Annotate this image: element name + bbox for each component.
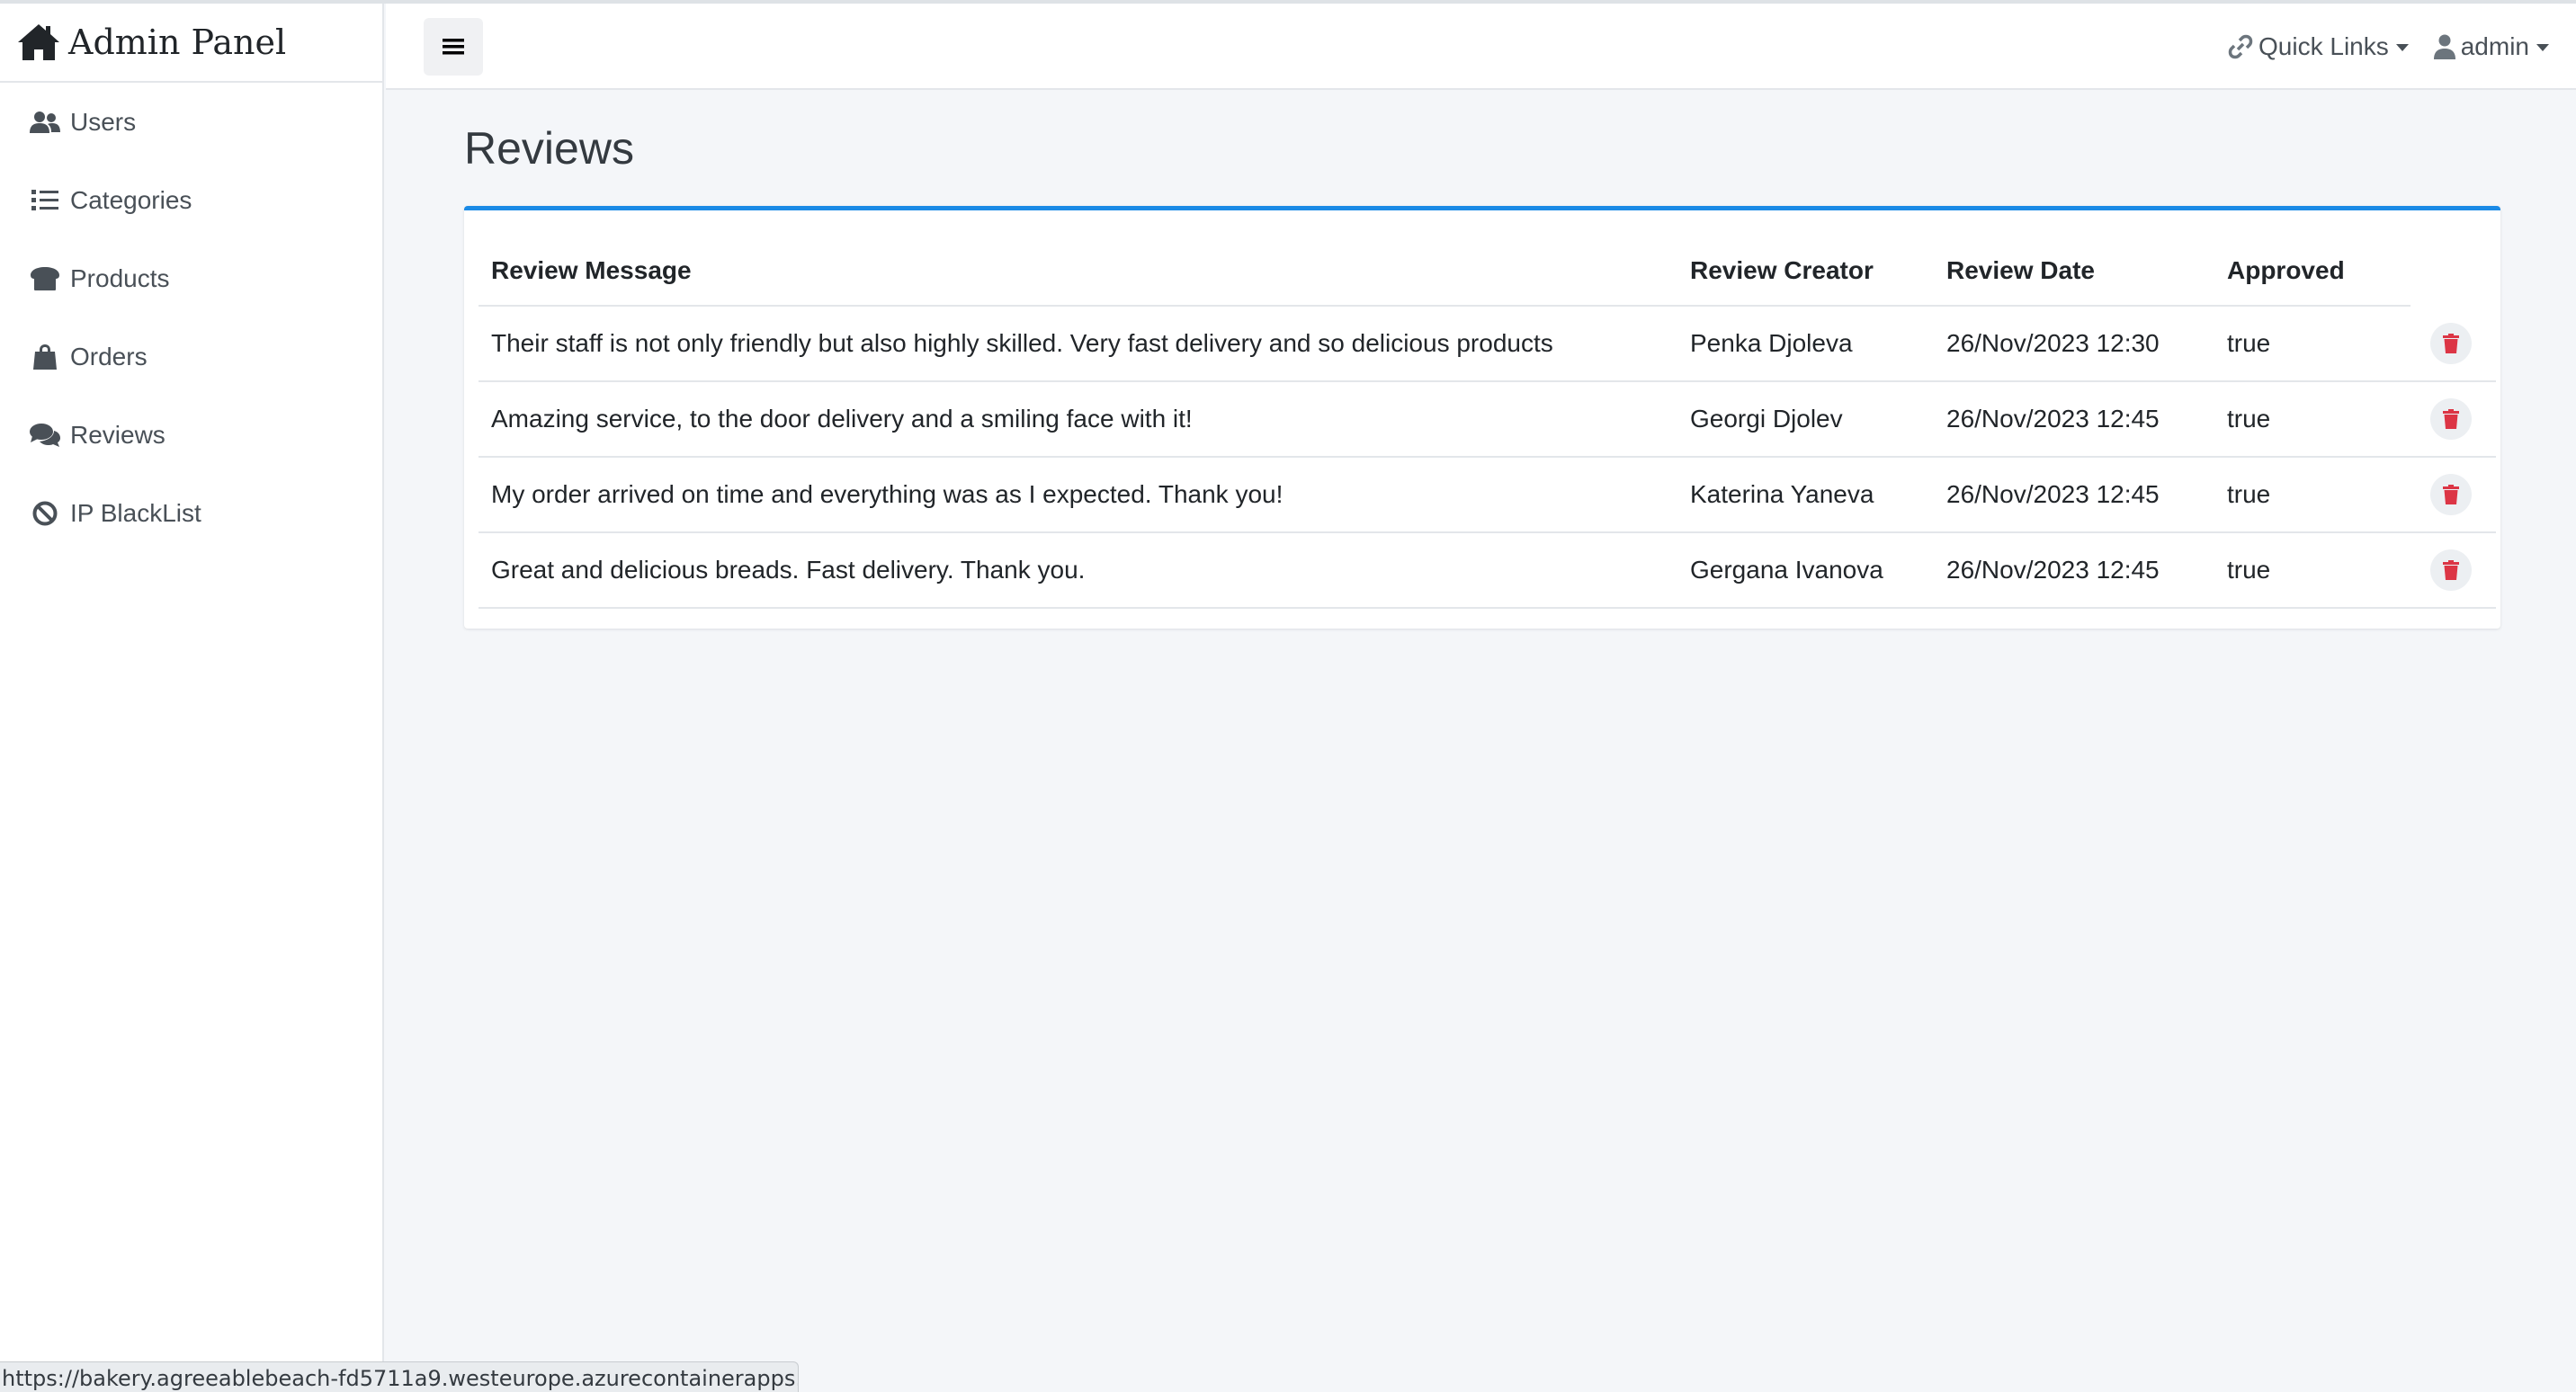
review-creator: Gergana Ivanova [1677,532,1934,609]
column-header-creator: Review Creator [1677,236,1934,307]
table-header-row: Review Message Review Creator Review Dat… [479,236,2496,307]
trash-icon [2443,409,2459,429]
actions-cell [2411,306,2496,382]
list-icon [29,186,61,215]
review-message: Amazing service, to the door delivery an… [479,381,1677,458]
top-right-menu: Quick Links admin [2228,4,2549,90]
actions-cell [2411,457,2496,533]
delete-review-button[interactable] [2430,398,2472,440]
comments-icon [29,421,61,450]
chevron-down-icon [2536,44,2549,51]
sidebar-item-label: IP BlackList [70,498,201,527]
brand-link[interactable]: Admin Panel [0,4,382,83]
column-header-actions [2411,236,2496,306]
user-icon [2433,34,2455,59]
user-dropdown[interactable]: admin [2433,32,2549,61]
table-row: Their staff is not only friendly but als… [479,306,2496,382]
users-icon [29,108,61,137]
review-message: Their staff is not only friendly but als… [479,306,1677,382]
review-approved: true [2214,381,2411,458]
review-message: My order arrived on time and everything … [479,457,1677,533]
review-creator: Katerina Yaneva [1677,457,1934,533]
column-header-message: Review Message [479,236,1677,307]
chevron-down-icon [2395,44,2409,51]
review-creator: Georgi Djolev [1677,381,1934,458]
shopping-bag-icon [29,343,61,371]
sidebar-item-label: Categories [70,185,192,214]
sidebar-item-label: Orders [70,342,148,370]
sidebar-item-label: Reviews [70,420,165,449]
column-header-approved: Approved [2214,236,2411,307]
ban-icon [29,499,61,528]
trash-icon [2443,560,2459,580]
delete-review-button[interactable] [2430,474,2472,515]
reviews-card: Review Message Review Creator Review Dat… [464,206,2500,629]
review-date: 26/Nov/2023 12:45 [1934,457,2214,533]
actions-cell [2411,532,2496,609]
review-message: Great and delicious breads. Fast deliver… [479,532,1677,609]
sidebar-item-label: Users [70,107,137,136]
trash-icon [2443,485,2459,504]
user-name: admin [2460,32,2529,60]
sidebar-toggle-button[interactable] [424,18,483,76]
column-header-date: Review Date [1934,236,2214,307]
delete-review-button[interactable] [2430,549,2472,591]
review-date: 26/Nov/2023 12:45 [1934,532,2214,609]
table-row: My order arrived on time and everything … [479,457,2496,533]
review-date: 26/Nov/2023 12:30 [1934,306,2214,382]
sidebar-item-categories[interactable]: Categories [0,161,382,239]
link-icon [2228,34,2253,59]
hamburger-icon [443,39,464,55]
table-row: Amazing service, to the door delivery an… [479,381,2496,458]
table-row: Great and delicious breads. Fast deliver… [479,532,2496,609]
sidebar-item-users[interactable]: Users [0,83,382,161]
review-creator: Penka Djoleva [1677,306,1934,382]
trash-icon [2443,333,2459,353]
sidebar-item-orders[interactable]: Orders [0,317,382,396]
actions-cell [2411,381,2496,458]
quick-links-label: Quick Links [2258,32,2389,60]
delete-review-button[interactable] [2430,322,2472,364]
review-approved: true [2214,532,2411,609]
sidebar-item-ip-blacklist[interactable]: IP BlackList [0,474,382,552]
browser-status-url: https://bakery.agreeablebeach-fd5711a9.w… [0,1361,799,1392]
brand-title: Admin Panel [68,22,287,62]
sidebar-item-reviews[interactable]: Reviews [0,396,382,474]
reviews-table: Review Message Review Creator Review Dat… [479,236,2496,609]
review-approved: true [2214,457,2411,533]
sidebar-nav: Users Categories Products Orders Reviews [0,83,382,552]
review-date: 26/Nov/2023 12:45 [1934,381,2214,458]
home-icon [18,24,59,60]
sidebar-item-label: Products [70,263,170,292]
page-title: Reviews [464,123,634,174]
bread-icon [29,264,61,293]
review-approved: true [2214,306,2411,382]
sidebar-item-products[interactable]: Products [0,239,382,317]
sidebar: Admin Panel Users Categories Products Or… [0,4,384,1392]
quick-links-dropdown[interactable]: Quick Links [2228,32,2409,61]
top-navbar: Quick Links admin [386,4,2576,90]
